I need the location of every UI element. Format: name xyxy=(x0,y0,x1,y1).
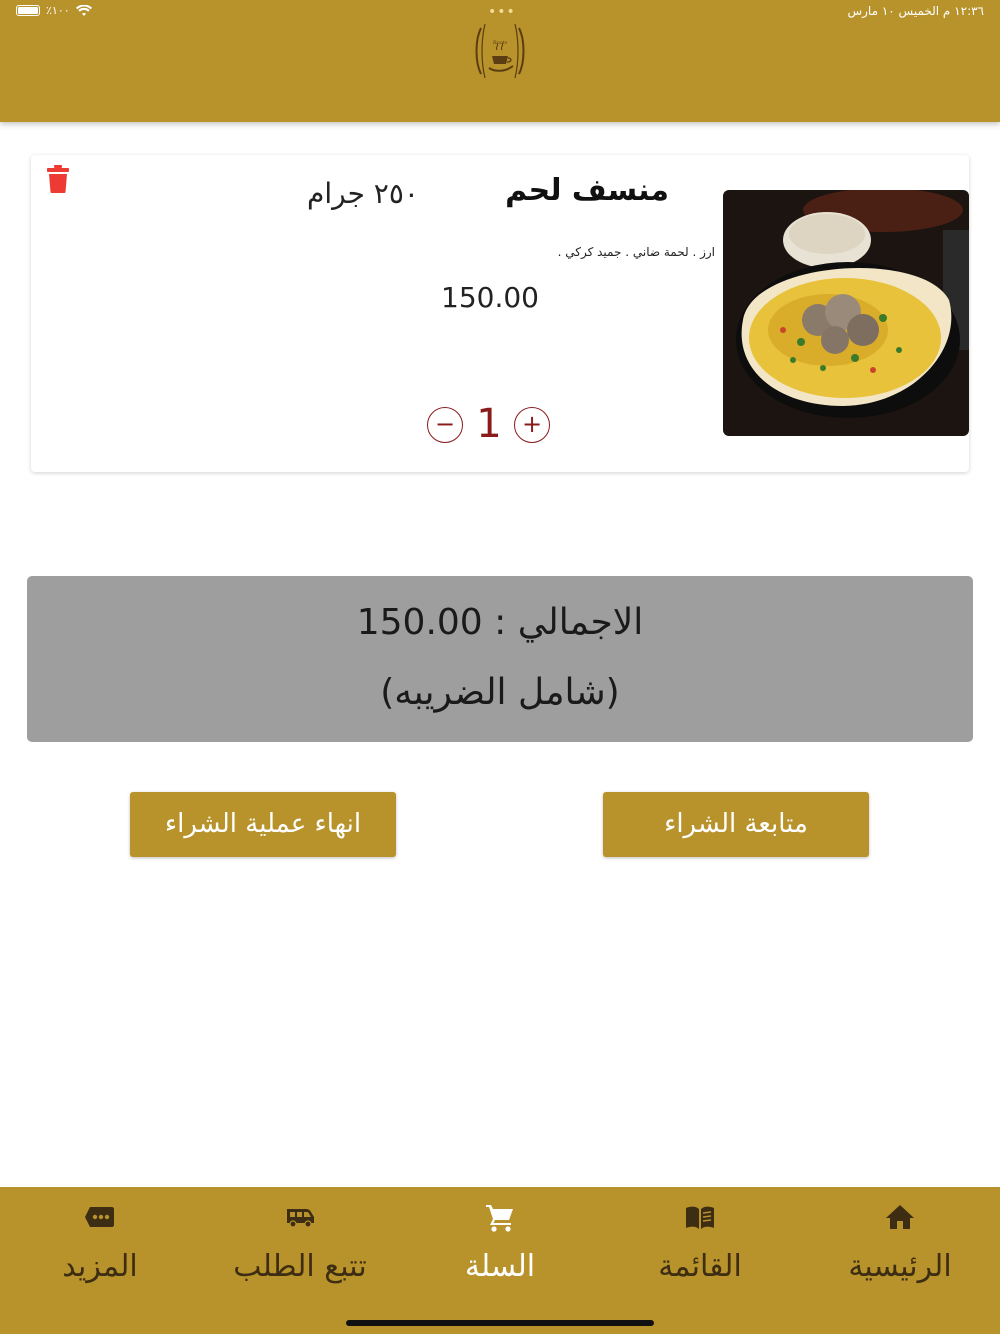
item-description: ارز . لحمة ضاني . جميد كركي . xyxy=(557,245,715,259)
tab-menu-label: القائمة xyxy=(658,1249,742,1284)
tab-track-order-label: تتبع الطلب xyxy=(233,1249,367,1284)
increase-quantity-button[interactable]: + xyxy=(514,407,550,443)
order-total-box: الاجمالي : 150.00 (شامل الضريبه) xyxy=(27,576,973,742)
home-indicator[interactable] xyxy=(346,1320,654,1326)
delivery-truck-icon xyxy=(287,1209,314,1228)
battery-icon xyxy=(16,5,40,16)
menu-book-icon xyxy=(686,1206,714,1229)
cart-screen: ١٢:٣٦ م الخميس ١٠ مارس ٪١٠٠ ••• Roots من… xyxy=(0,0,1000,1334)
tax-included-note: (شامل الضريبه) xyxy=(380,672,620,713)
status-time: ١٢:٣٦ م الخميس ١٠ مارس xyxy=(847,4,984,18)
continue-shopping-button[interactable]: متابعة الشراء xyxy=(603,792,869,857)
app-header: ١٢:٣٦ م الخميس ١٠ مارس ٪١٠٠ ••• Roots xyxy=(0,0,1000,122)
mansaf-dish-image[interactable] xyxy=(723,190,969,436)
cart-item-card: منسف لحم ٢٥٠ جرام ارز . لحمة ضاني . جميد… xyxy=(31,155,969,472)
total-amount: الاجمالي : 150.00 xyxy=(356,602,644,643)
bottom-tab-bar: المزيد تتبع الطلب السلة القائمة الرئيسية xyxy=(0,1187,1000,1334)
quantity-value: 1 xyxy=(476,401,502,447)
tab-cart-label: السلة xyxy=(464,1249,536,1284)
item-price: 150.00 xyxy=(441,281,539,314)
more-icon xyxy=(85,1207,114,1227)
wifi-icon xyxy=(75,4,92,16)
tab-track-order[interactable]: تتبع الطلب xyxy=(200,1187,400,1307)
item-weight: ٢٥٠ جرام xyxy=(307,177,419,210)
battery-level: ٪١٠٠ xyxy=(46,4,70,17)
home-icon xyxy=(886,1205,914,1229)
item-name: منسف لحم xyxy=(505,173,669,208)
tab-more-label: المزيد xyxy=(62,1249,138,1284)
cart-icon xyxy=(486,1205,513,1232)
status-battery: ٪١٠٠ xyxy=(16,4,92,17)
tab-more[interactable]: المزيد xyxy=(0,1187,200,1307)
decrease-quantity-button[interactable]: − xyxy=(427,407,463,443)
checkout-button[interactable]: انهاء عملية الشراء xyxy=(130,792,396,857)
brand-logo: Roots xyxy=(475,23,525,79)
delete-item-icon[interactable] xyxy=(47,165,69,193)
tab-menu[interactable]: القائمة xyxy=(600,1187,800,1307)
tab-home[interactable]: الرئيسية xyxy=(800,1187,1000,1307)
multitask-dots[interactable]: ••• xyxy=(488,4,516,20)
svg-text:Roots: Roots xyxy=(492,40,508,46)
tab-cart[interactable]: السلة xyxy=(400,1187,600,1307)
tab-home-label: الرئيسية xyxy=(848,1249,952,1284)
